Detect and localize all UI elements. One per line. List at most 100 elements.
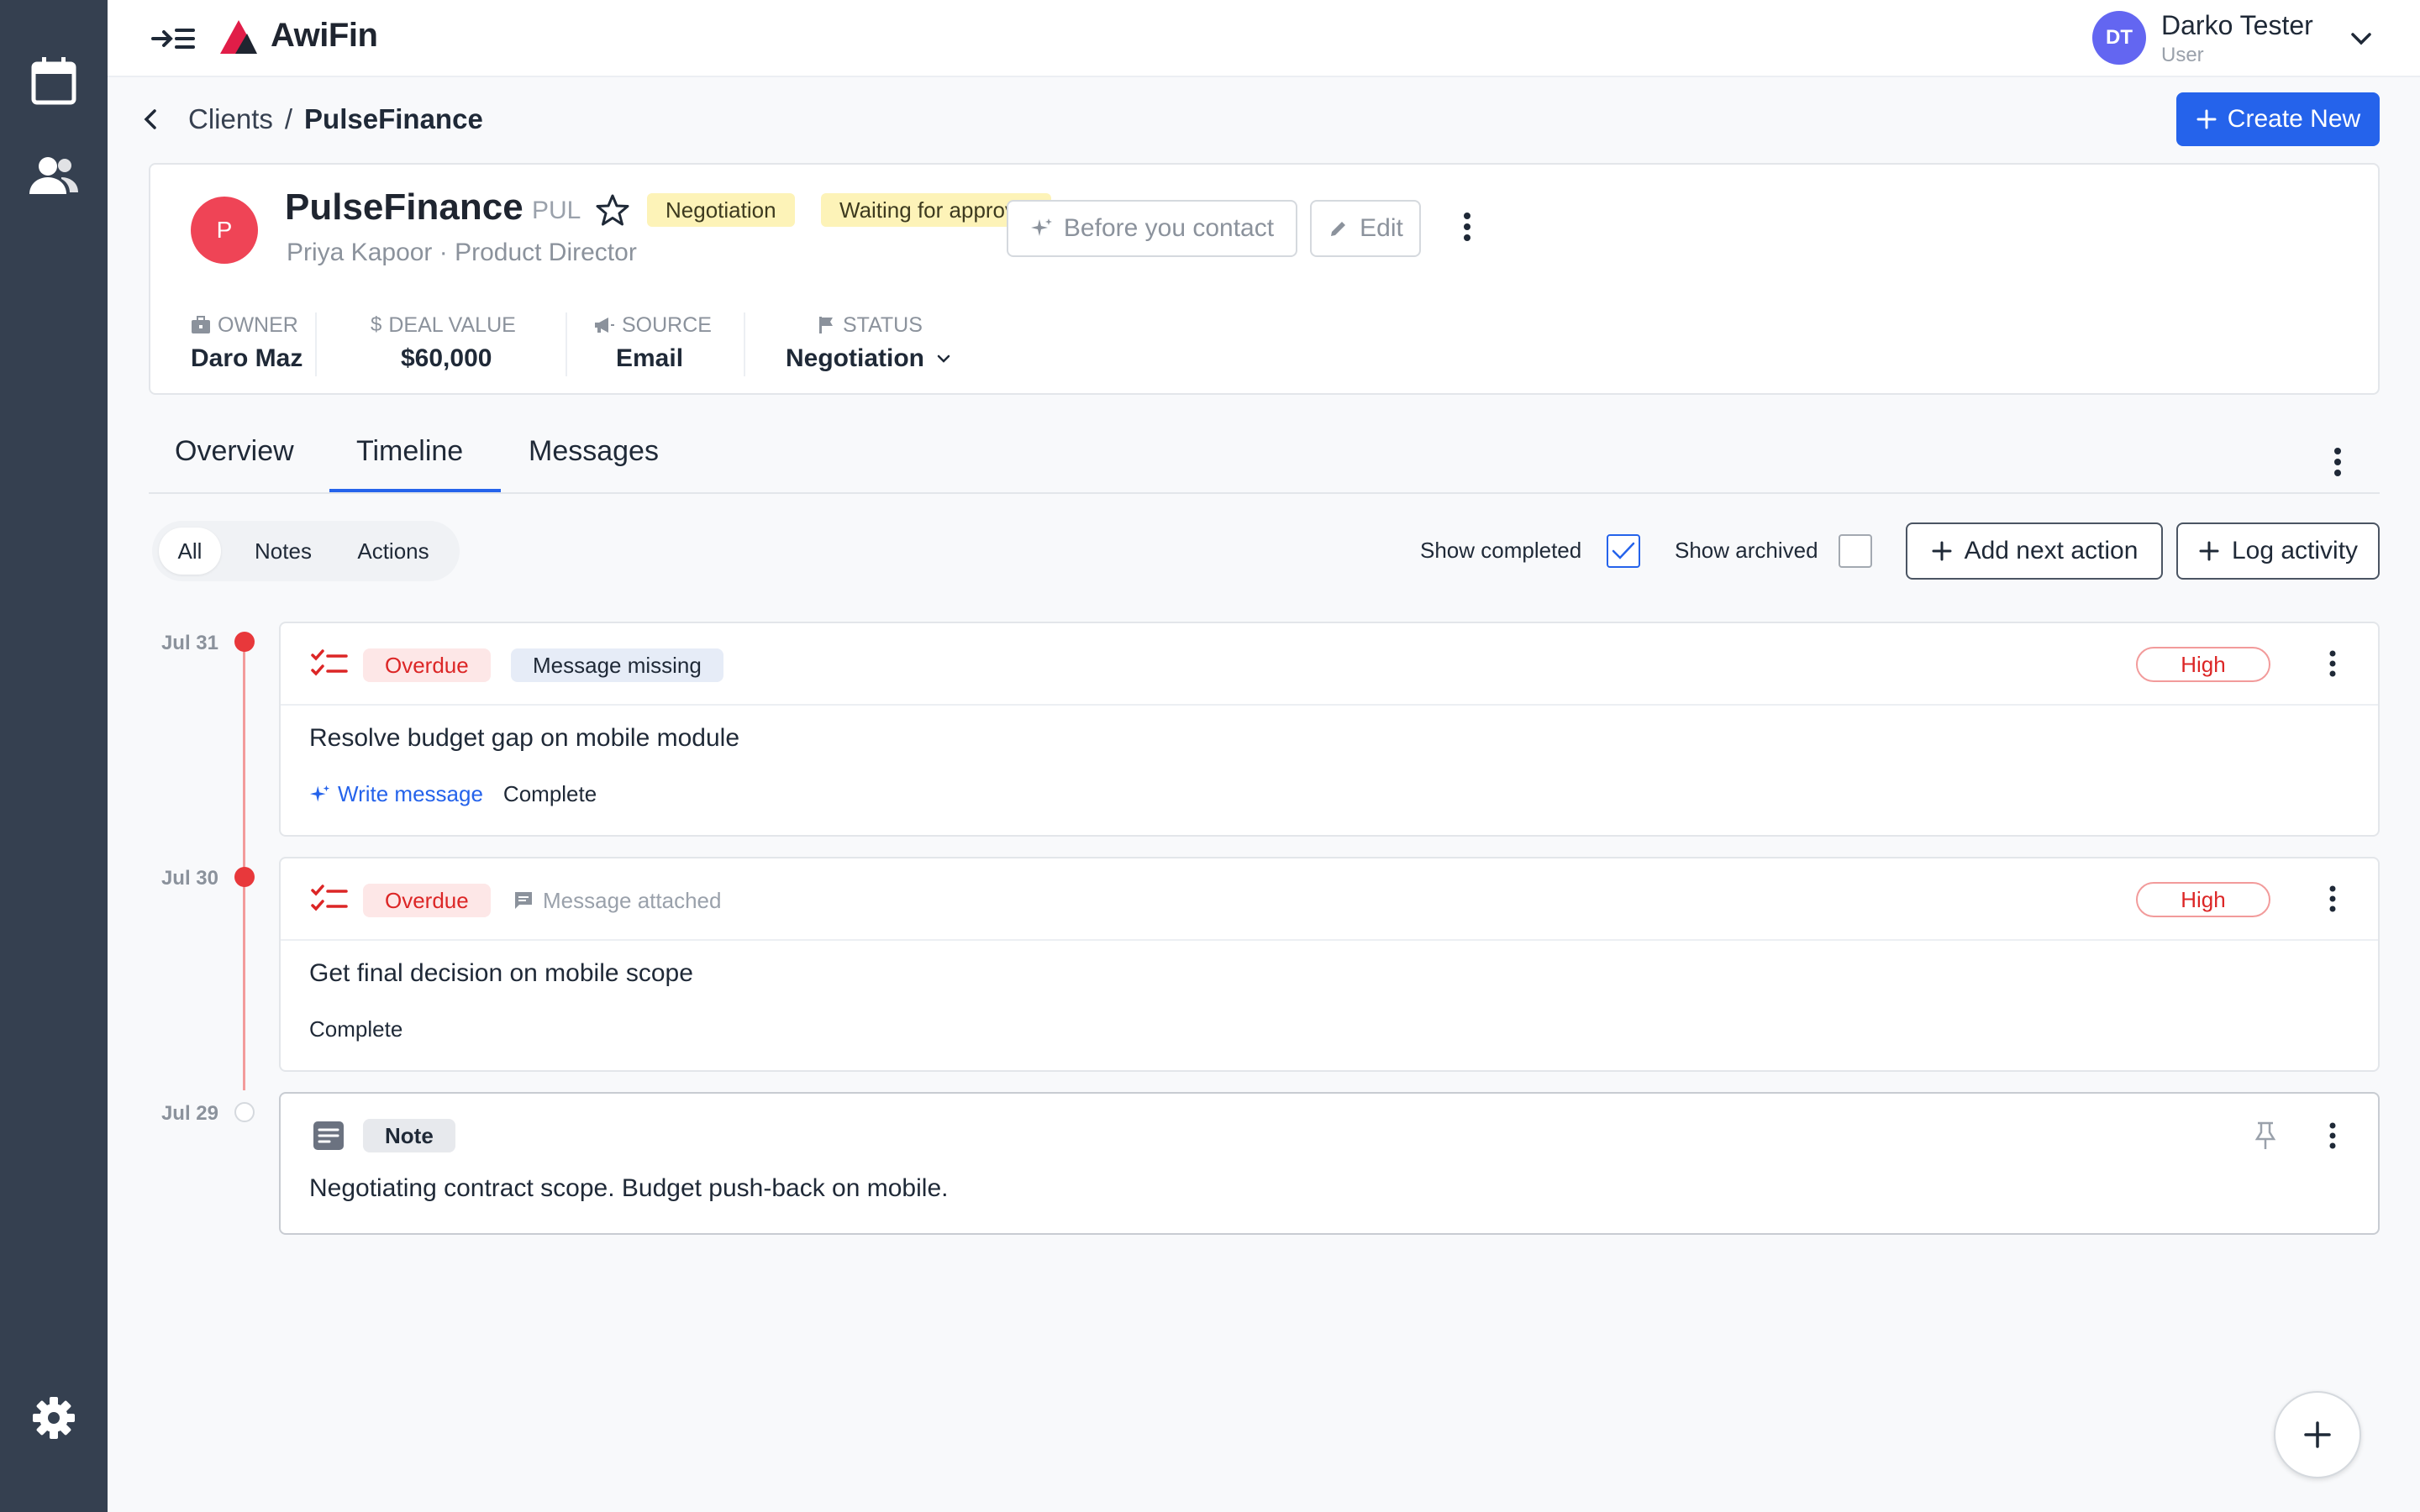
tab-timeline[interactable]: Timeline — [356, 435, 463, 468]
more-vertical-icon[interactable] — [1450, 207, 1484, 247]
create-new-button[interactable]: Create New — [2176, 92, 2380, 146]
user-name[interactable]: Darko Tester — [2161, 10, 2313, 41]
complete-link[interactable]: Complete — [503, 781, 597, 807]
note-text: Negotiating contract scope. Budget push-… — [309, 1174, 949, 1202]
active-tab-indicator — [329, 489, 501, 492]
show-completed-checkbox[interactable] — [1607, 534, 1640, 568]
filter-all[interactable]: All — [159, 528, 221, 575]
stat-status-label: STATUS — [843, 312, 923, 337]
priority-badge: High — [2136, 882, 2270, 917]
stat-status-value: Negotiation — [786, 344, 924, 372]
status-dropdown[interactable]: Negotiation — [786, 344, 953, 373]
before-you-contact-button[interactable]: Before you contact — [1007, 200, 1297, 257]
breadcrumb-clients[interactable]: Clients — [188, 103, 273, 135]
tab-messages[interactable]: Messages — [529, 435, 659, 468]
stat-owner-value: Daro Maz — [191, 344, 303, 372]
timeline-item-actions: Write message Complete — [309, 781, 597, 807]
user-role: User — [2161, 44, 2204, 66]
log-activity-label: Log activity — [2231, 537, 2359, 564]
task-list-icon — [311, 648, 348, 679]
timeline-item: Overdue Message missing High Resolve bud… — [279, 622, 2380, 837]
sidebar — [0, 0, 108, 1512]
client-name: PulseFinance — [285, 186, 523, 228]
plus-icon — [1932, 541, 1952, 561]
breadcrumb: Clients / PulseFinance — [141, 101, 483, 138]
timeline-date: Jul 30 — [160, 867, 218, 890]
stat-deal-value: $ DEAL VALUE $60,000 — [371, 312, 516, 373]
task-list-icon — [311, 884, 348, 914]
top-bar: AwiFin DT Darko Tester User — [108, 0, 2420, 77]
stat-divider — [315, 312, 317, 376]
user-avatar[interactable]: DT — [2092, 11, 2146, 65]
filter-notes[interactable]: Notes — [236, 528, 330, 575]
stat-source-value: Email — [616, 344, 684, 372]
stat-divider — [744, 312, 745, 376]
log-activity-button[interactable]: Log activity — [2176, 522, 2380, 580]
tab-bar: Overview Timeline Messages — [149, 420, 2380, 494]
users-icon[interactable] — [25, 148, 82, 205]
chevron-down-icon[interactable] — [2346, 24, 2376, 54]
timeline-dot-note — [234, 1102, 255, 1122]
more-vertical-icon[interactable] — [2321, 442, 2354, 482]
write-message-link[interactable]: Write message — [309, 781, 483, 807]
plus-icon — [2199, 541, 2219, 561]
pin-icon[interactable] — [2249, 1116, 2282, 1156]
more-vertical-icon[interactable] — [2316, 1116, 2349, 1156]
stat-owner-label: OWNER — [218, 312, 298, 337]
timeline-item-title: Resolve budget gap on mobile module — [309, 724, 740, 752]
tag-negotiation: Negotiation — [647, 193, 795, 227]
timeline-item: Overdue Message attached High Get final … — [279, 857, 2380, 1072]
stat-deal-label: DEAL VALUE — [388, 312, 516, 337]
message-attached-label: Message attached — [543, 887, 722, 913]
add-next-action-button[interactable]: Add next action — [1906, 522, 2163, 580]
client-avatar: P — [191, 197, 258, 264]
pencil-icon — [1331, 222, 1346, 236]
show-completed-label: Show completed — [1420, 538, 1582, 563]
gear-icon[interactable] — [25, 1389, 82, 1446]
timeline-line — [243, 642, 245, 1090]
priority-badge: High — [2136, 647, 2270, 682]
briefcase-icon — [192, 316, 210, 333]
sparkle-icon — [309, 785, 330, 801]
megaphone-icon — [595, 318, 614, 333]
status-badge-overdue: Overdue — [363, 884, 491, 917]
timeline-note: Note Negotiating contract scope. Budget … — [279, 1092, 2380, 1235]
before-you-contact-label: Before you contact — [1063, 214, 1275, 242]
sidebar-toggle-icon[interactable] — [148, 17, 198, 60]
tab-overview[interactable]: Overview — [175, 435, 294, 468]
stat-deal-value-text: $60,000 — [401, 344, 492, 372]
show-archived-checkbox[interactable] — [1839, 534, 1872, 568]
create-new-label: Create New — [2227, 105, 2361, 133]
timeline-item-header: Overdue Message missing High — [281, 623, 2378, 706]
client-card: P PulseFinance PUL Negotiation Waiting f… — [149, 163, 2380, 395]
client-contact: Priya Kapoor · Product Director — [287, 239, 637, 266]
logo-icon — [218, 18, 259, 55]
star-icon[interactable] — [596, 193, 629, 227]
timeline-dot-overdue — [234, 867, 255, 887]
floating-add-button[interactable] — [2274, 1391, 2361, 1478]
check-icon — [1612, 542, 1635, 559]
plus-icon — [2304, 1421, 2331, 1448]
stat-status: STATUS Negotiation — [786, 312, 953, 373]
sparkle-icon — [1030, 218, 1052, 236]
edit-label: Edit — [1360, 214, 1403, 242]
stat-owner: OWNER Daro Maz — [191, 312, 302, 373]
stat-source-label: SOURCE — [622, 312, 712, 337]
calendar-icon[interactable] — [25, 52, 82, 109]
message-attached-indicator: Message attached — [513, 884, 721, 917]
more-vertical-icon[interactable] — [2316, 879, 2349, 919]
timeline-dot-overdue — [234, 632, 255, 652]
timeline-item-title: Get final decision on mobile scope — [309, 959, 693, 987]
filter-actions[interactable]: Actions — [339, 528, 448, 575]
back-icon[interactable] — [141, 101, 168, 138]
complete-link[interactable]: Complete — [309, 1016, 402, 1042]
more-vertical-icon[interactable] — [2316, 643, 2349, 684]
chevron-down-icon — [937, 354, 950, 363]
note-type-badge: Note — [363, 1119, 455, 1152]
edit-button[interactable]: Edit — [1310, 200, 1421, 257]
stat-source: SOURCE Email — [593, 312, 712, 373]
add-next-action-label: Add next action — [1964, 537, 2139, 564]
breadcrumb-separator: / — [284, 103, 293, 134]
status-badge-overdue: Overdue — [363, 648, 491, 682]
timeline-filter: All Notes Actions — [152, 521, 460, 581]
